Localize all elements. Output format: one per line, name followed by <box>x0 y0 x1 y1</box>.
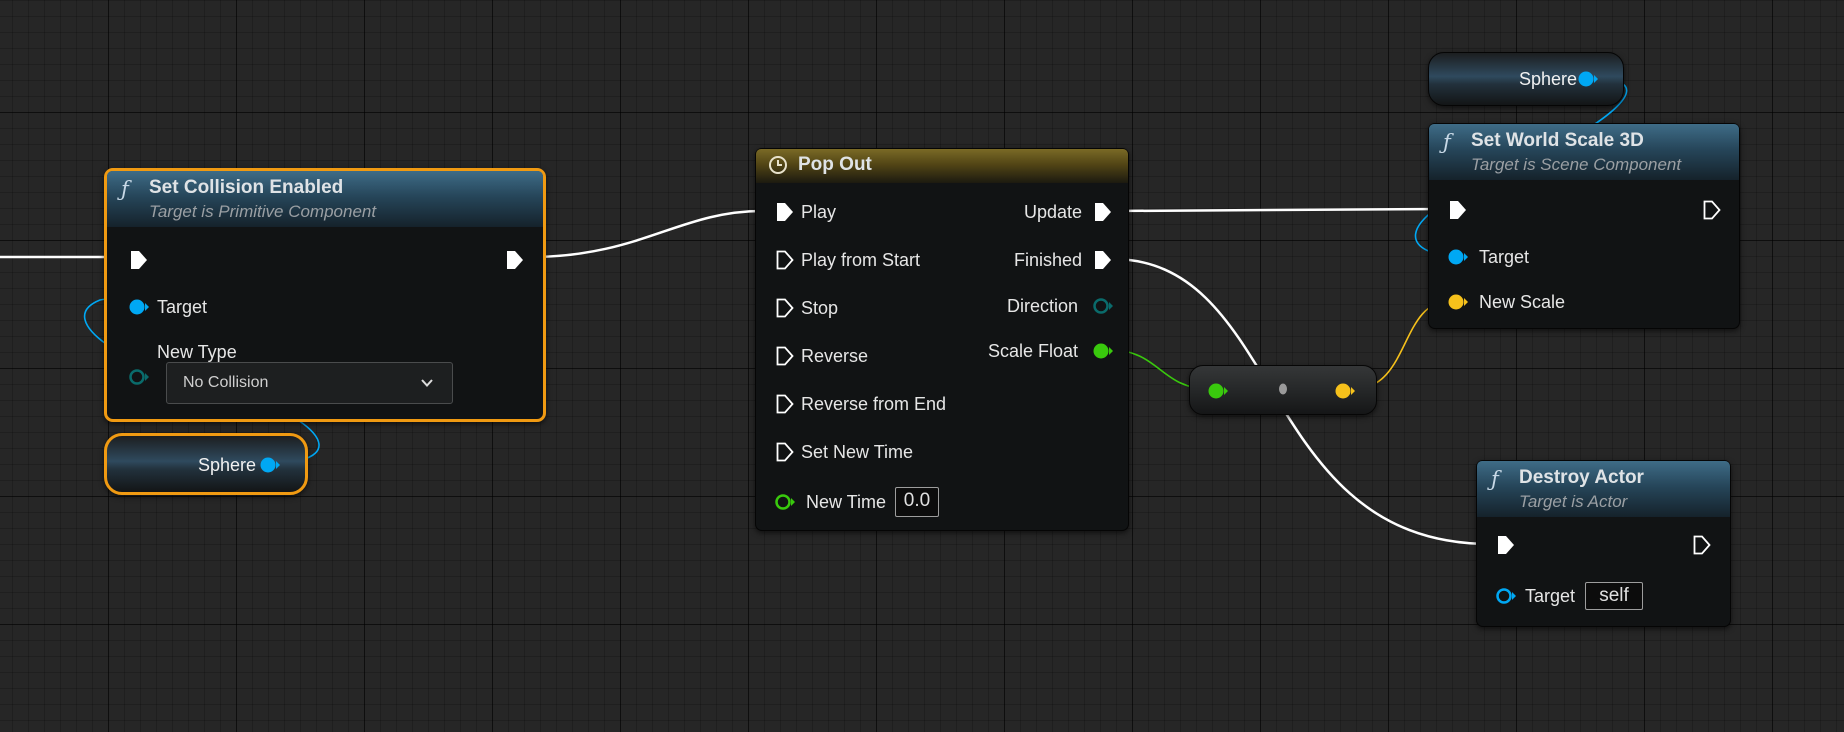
new-time-label: New Time <box>806 492 887 512</box>
target-pin[interactable] <box>1495 585 1517 607</box>
target-label: Target <box>157 297 208 317</box>
exec-wire-update-to-set-world-scale[interactable] <box>1111 207 1446 213</box>
reverse-pin[interactable] <box>774 345 796 367</box>
node-subtitle: Target is Scene Component <box>1471 155 1682 174</box>
reverse-from-end-label: Reverse from End <box>801 394 947 414</box>
function-icon: ƒ <box>121 177 129 201</box>
set-new-time-label: Set New Time <box>801 442 914 462</box>
sphere-variable-node-left[interactable]: Sphere <box>104 433 308 495</box>
sphere-output-pin[interactable] <box>259 454 281 476</box>
variable-label: Sphere <box>1519 69 1578 89</box>
node-subtitle: Target is Primitive Component <box>149 202 377 221</box>
exec-in-pin[interactable] <box>1495 534 1517 556</box>
exec-wire-set-collision-to-play[interactable] <box>529 209 763 259</box>
play-from-start-label: Play from Start <box>801 250 921 270</box>
variable-label: Sphere <box>198 455 257 475</box>
clock-icon <box>769 156 787 174</box>
function-icon: ƒ <box>1491 467 1499 491</box>
conversion-output-pin[interactable] <box>1334 380 1356 402</box>
new-time-pin[interactable] <box>774 491 796 513</box>
scale-float-label: Scale Float <box>987 341 1078 361</box>
target-label: Target <box>1479 247 1530 267</box>
node-title: Set Collision Enabled <box>149 177 344 198</box>
play-pin[interactable] <box>774 201 796 223</box>
stop-label: Stop <box>801 298 839 318</box>
play-from-start-pin[interactable] <box>774 249 796 271</box>
blueprint-graph-canvas[interactable]: ƒ Set Collision Enabled Target is Primit… <box>0 0 1844 732</box>
node-title: Pop Out <box>798 154 872 175</box>
conversion-dot-icon <box>1279 383 1287 395</box>
target-value-field[interactable]: self <box>1585 582 1643 610</box>
direction-pin[interactable] <box>1092 295 1114 317</box>
exec-out-pin[interactable] <box>1691 534 1713 556</box>
set-world-scale-3d-node[interactable]: ƒ Set World Scale 3D Target is Scene Com… <box>1428 123 1740 329</box>
new-type-pin[interactable] <box>128 366 150 388</box>
new-type-dropdown[interactable]: No Collision <box>166 362 453 404</box>
stop-pin[interactable] <box>774 297 796 319</box>
exec-out-pin[interactable] <box>504 249 526 271</box>
finished-label: Finished <box>1013 250 1082 270</box>
update-pin[interactable] <box>1092 201 1114 223</box>
exec-out-pin[interactable] <box>1701 199 1723 221</box>
reverse-from-end-pin[interactable] <box>774 393 796 415</box>
sphere-variable-node-top[interactable]: Sphere <box>1428 52 1624 106</box>
direction-label: Direction <box>1006 296 1078 316</box>
float-to-vector-conversion-node[interactable] <box>1189 365 1377 415</box>
destroy-actor-node[interactable]: ƒ Destroy Actor Target is Actor Target s… <box>1476 460 1731 627</box>
target-pin[interactable] <box>1447 246 1469 268</box>
play-label: Play <box>801 202 837 222</box>
reverse-label: Reverse <box>801 346 869 366</box>
new-type-dropdown-value: No Collision <box>183 374 269 391</box>
set-collision-enabled-node[interactable]: ƒ Set Collision Enabled Target is Primit… <box>104 168 546 422</box>
set-new-time-pin[interactable] <box>774 441 796 463</box>
new-time-value-field[interactable]: 0.0 <box>895 487 939 517</box>
pop-out-timeline-node[interactable]: Pop Out Play Play from Start Stop Revers… <box>755 148 1129 531</box>
destroy-actor-header[interactable]: ƒ Destroy Actor Target is Actor <box>1477 461 1730 517</box>
update-label: Update <box>1023 202 1082 222</box>
sphere-output-pin[interactable] <box>1577 68 1599 90</box>
exec-in-pin[interactable] <box>128 249 150 271</box>
exec-in-pin[interactable] <box>1447 199 1469 221</box>
node-title: Set World Scale 3D <box>1471 130 1644 151</box>
scale-float-pin[interactable] <box>1092 340 1114 362</box>
new-scale-label: New Scale <box>1479 292 1566 312</box>
function-icon: ƒ <box>1443 130 1451 154</box>
chevron-down-icon <box>421 379 433 387</box>
new-scale-pin[interactable] <box>1447 291 1469 313</box>
node-title: Destroy Actor <box>1519 467 1644 488</box>
set-world-scale-header[interactable]: ƒ Set World Scale 3D Target is Scene Com… <box>1429 124 1739 180</box>
target-pin[interactable] <box>128 296 150 318</box>
pop-out-header[interactable]: Pop Out <box>756 149 1128 183</box>
set-collision-enabled-header[interactable]: ƒ Set Collision Enabled Target is Primit… <box>107 171 543 227</box>
new-type-label: New Type <box>157 342 237 362</box>
finished-pin[interactable] <box>1092 249 1114 271</box>
node-subtitle: Target is Actor <box>1519 492 1628 511</box>
target-label: Target <box>1525 586 1576 606</box>
conversion-input-pin[interactable] <box>1207 380 1229 402</box>
